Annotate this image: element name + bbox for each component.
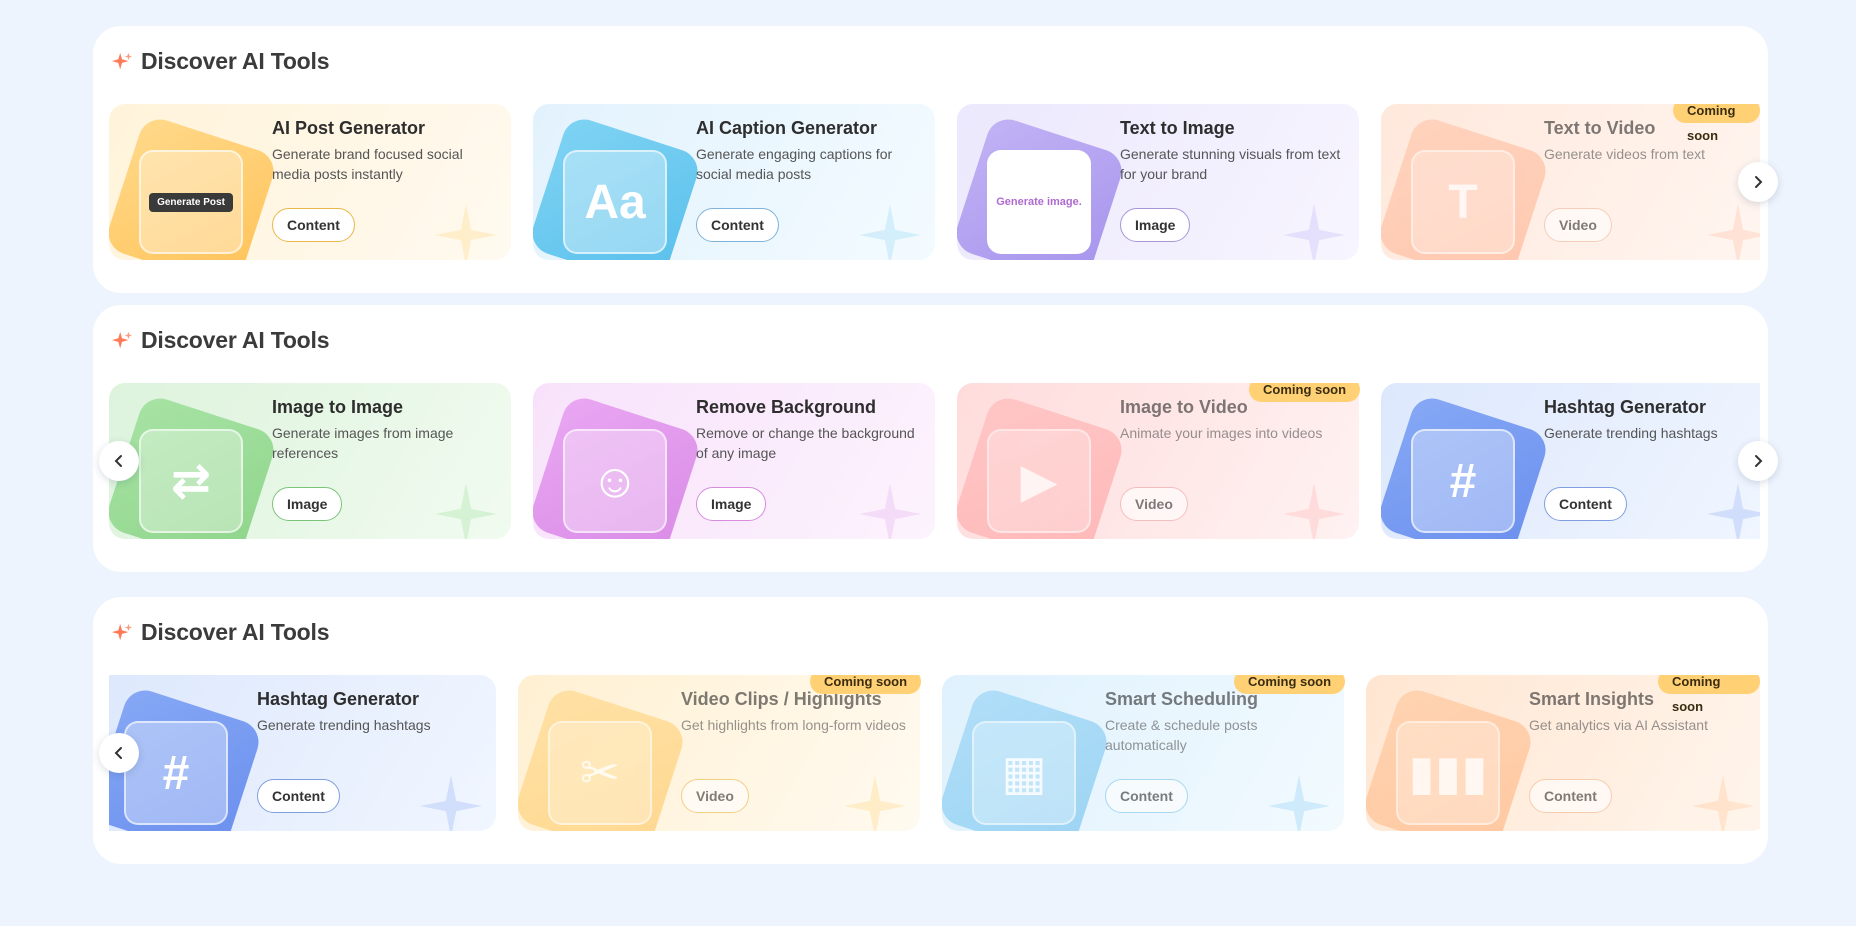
sparkle-decoration-icon <box>1283 483 1345 539</box>
ai-tools-section-3: Discover AI Tools # Hashtag Generator Ge… <box>93 597 1768 864</box>
card-description: Generate stunning visuals from text for … <box>1120 146 1341 182</box>
image-to-video-icon: ▶ <box>957 392 1128 539</box>
tool-card-video-clips-highlights[interactable]: ✂ Video Clips / Highlights Get highlight… <box>518 675 920 831</box>
ai-tools-section-1: Discover AI Tools Generate Post AI Post … <box>93 26 1778 293</box>
calendar-icon: ▦ <box>942 684 1113 831</box>
sparkle-decoration-icon <box>1692 775 1754 831</box>
tool-card-ai-post-generator[interactable]: Generate Post AI Post Generator Generate… <box>109 104 511 260</box>
section-title: Discover AI Tools <box>141 619 330 645</box>
post-generator-icon: Generate Post <box>109 113 280 260</box>
category-tag-button[interactable]: Image <box>272 487 343 521</box>
section-header: Discover AI Tools <box>111 327 330 354</box>
video-clips-icon: ✂ <box>518 684 689 831</box>
sparkle-decoration-icon <box>859 483 921 539</box>
sparkle-decoration-icon <box>1707 204 1760 260</box>
chevron-right-icon <box>1755 455 1763 467</box>
card-title: Remove Background <box>696 397 877 417</box>
caption-icon: Aa <box>533 113 704 260</box>
coming-soon-badge: Coming soon <box>1658 675 1760 714</box>
card-title: Image to Image <box>272 397 404 417</box>
carousel-next-button[interactable] <box>1738 162 1778 202</box>
card-description: Get analytics via AI Assistant <box>1529 717 1708 733</box>
sparkle-icon <box>111 623 133 640</box>
sparkle-icon <box>111 52 133 69</box>
ai-tools-section-2: Discover AI Tools ⇄ Image to Image Gener… <box>93 305 1778 572</box>
category-tag-button[interactable]: Content <box>257 779 340 813</box>
category-tag-button[interactable]: Content <box>1544 487 1627 521</box>
card-title: Smart Scheduling <box>1105 689 1259 709</box>
coming-soon-badge: Coming soon <box>1249 383 1361 402</box>
carousel-prev-button[interactable] <box>99 733 139 773</box>
sparkle-decoration-icon <box>844 775 906 831</box>
remove-background-icon: ☺ <box>533 392 704 539</box>
art-label: Generate image. <box>996 196 1082 208</box>
tool-card-image-to-image[interactable]: ⇄ Image to Image Generate images from im… <box>109 383 511 539</box>
card-description: Remove or change the background of any i… <box>696 425 915 461</box>
card-description: Generate videos from text <box>1544 146 1706 162</box>
category-tag-button[interactable]: Content <box>1105 779 1188 813</box>
sparkle-decoration-icon <box>1268 775 1330 831</box>
tools-carousel: Generate Post AI Post Generator Generate… <box>109 104 1760 264</box>
category-tag-button[interactable]: Video <box>1120 487 1188 521</box>
tool-card-text-to-image[interactable]: Generate image. Text to Image Generate s… <box>957 104 1359 260</box>
carousel-next-button[interactable] <box>1738 441 1778 481</box>
tool-card-hashtag-generator[interactable]: # Hashtag Generator Generate trending ha… <box>1381 383 1760 539</box>
sparkle-decoration-icon <box>1707 483 1760 539</box>
text-to-video-icon: T <box>1381 113 1552 260</box>
sparkle-decoration-icon <box>859 204 921 260</box>
tool-card-smart-scheduling[interactable]: ▦ Smart Scheduling Create & schedule pos… <box>942 675 1344 831</box>
coming-soon-badge: Coming soon <box>810 675 922 694</box>
sparkle-decoration-icon <box>1283 204 1345 260</box>
hashtag-icon: # <box>1381 392 1552 539</box>
text-to-image-icon: Generate image. <box>957 113 1128 260</box>
section-title: Discover AI Tools <box>141 48 330 74</box>
card-title: Smart Insights <box>1529 689 1655 709</box>
category-tag-button[interactable]: Image <box>696 487 767 521</box>
tool-card-remove-background[interactable]: ☺ Remove Background Remove or change the… <box>533 383 935 539</box>
card-description: Get highlights from long-form videos <box>681 717 906 733</box>
sparkle-decoration-icon <box>420 775 482 831</box>
category-tag-button[interactable]: Image <box>1120 208 1191 242</box>
tool-card-image-to-video[interactable]: ▶ Image to Video Animate your images int… <box>957 383 1359 539</box>
sparkle-decoration-icon <box>435 483 497 539</box>
chevron-right-icon <box>1755 176 1763 188</box>
coming-soon-badge: Coming soon <box>1234 675 1346 694</box>
card-title: Text to Video <box>1544 118 1656 138</box>
bar-chart-icon: ▮▮▮ <box>1366 684 1537 831</box>
category-tag-button[interactable]: Video <box>681 779 749 813</box>
card-description: Generate trending hashtags <box>1544 425 1718 441</box>
section-header: Discover AI Tools <box>111 48 330 75</box>
card-title: AI Caption Generator <box>696 118 878 138</box>
sparkle-decoration-icon <box>435 204 497 260</box>
category-tag-button[interactable]: Content <box>1529 779 1612 813</box>
card-title: Image to Video <box>1120 397 1248 417</box>
card-description: Generate images from image references <box>272 425 454 461</box>
tools-carousel: ⇄ Image to Image Generate images from im… <box>109 383 1760 543</box>
category-tag-button[interactable]: Video <box>1544 208 1612 242</box>
tool-card-hashtag-generator[interactable]: # Hashtag Generator Generate trending ha… <box>109 675 496 831</box>
section-title: Discover AI Tools <box>141 327 330 353</box>
carousel-prev-button[interactable] <box>99 441 139 481</box>
card-description: Animate your images into videos <box>1120 425 1323 441</box>
section-header: Discover AI Tools <box>111 619 330 646</box>
card-description: Generate brand focused social media post… <box>272 146 463 182</box>
tool-card-ai-caption-generator[interactable]: Aa AI Caption Generator Generate engagin… <box>533 104 935 260</box>
chevron-left-icon <box>114 455 122 467</box>
category-tag-button[interactable]: Content <box>696 208 779 242</box>
card-title: Text to Image <box>1120 118 1235 138</box>
tools-carousel: # Hashtag Generator Generate trending ha… <box>109 675 1760 835</box>
sparkle-icon <box>111 331 133 348</box>
caption-art-label: Aa <box>563 150 667 254</box>
card-title: AI Post Generator <box>272 118 426 138</box>
card-description: Generate engaging captions for social me… <box>696 146 893 182</box>
card-description: Generate trending hashtags <box>257 717 431 733</box>
category-tag-button[interactable]: Content <box>272 208 355 242</box>
card-title: Hashtag Generator <box>257 689 420 709</box>
art-label: Generate Post <box>149 192 233 212</box>
card-title: Hashtag Generator <box>1544 397 1707 417</box>
coming-soon-badge: Coming soon <box>1673 104 1760 143</box>
card-description: Create & schedule posts automatically <box>1105 717 1258 753</box>
chevron-left-icon <box>114 747 122 759</box>
